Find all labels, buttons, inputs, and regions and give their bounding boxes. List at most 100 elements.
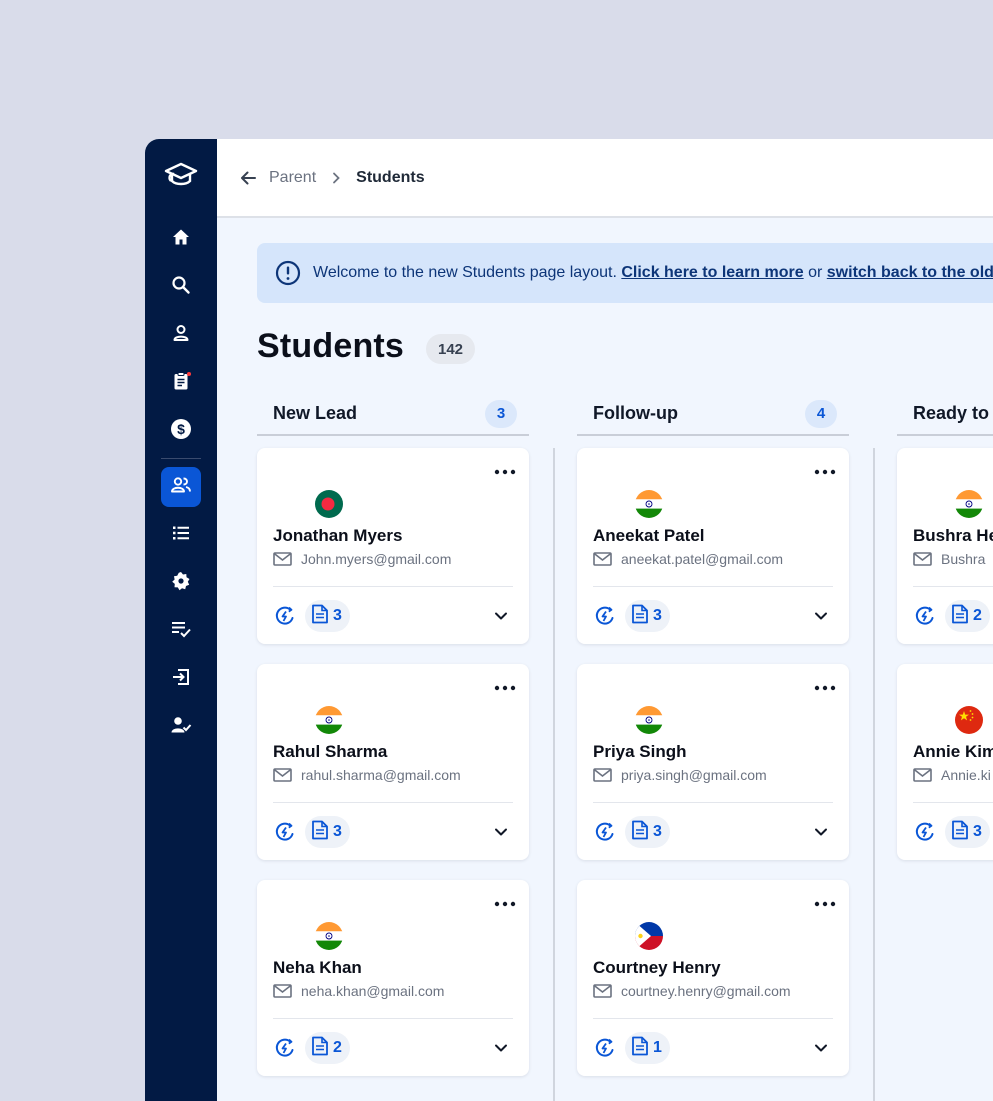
student-card[interactable]: Rahul Sharma rahul.sharma@gmail.com 3 bbox=[257, 664, 529, 860]
student-name[interactable]: Priya Singh bbox=[593, 742, 687, 762]
sidebar-item-login[interactable] bbox=[161, 659, 201, 699]
student-name[interactable]: Aneekat Patel bbox=[593, 526, 705, 546]
activity-icon[interactable] bbox=[913, 820, 937, 844]
card-footer: 1 bbox=[593, 1032, 833, 1064]
student-card[interactable]: Jonathan Myers John.myers@gmail.com 3 bbox=[257, 448, 529, 644]
switch-back-link[interactable]: switch back to the old layout bbox=[827, 264, 993, 282]
chevron-down-icon[interactable] bbox=[489, 1036, 513, 1060]
documents-badge[interactable]: 3 bbox=[305, 816, 350, 848]
document-icon bbox=[631, 1036, 649, 1061]
banner-connector: or bbox=[808, 264, 823, 281]
student-email: Annie.ki bbox=[913, 767, 991, 783]
student-card[interactable]: Aneekat Patel aneekat.patel@gmail.com 3 bbox=[577, 448, 849, 644]
documents-badge[interactable]: 3 bbox=[625, 600, 670, 632]
documents-badge[interactable]: 3 bbox=[945, 816, 990, 848]
student-card[interactable]: Neha Khan neha.khan@gmail.com 2 bbox=[257, 880, 529, 1076]
sidebar-item-list[interactable] bbox=[161, 515, 201, 555]
student-card[interactable]: Bushra He Bushra 2 bbox=[897, 448, 993, 644]
learn-more-link[interactable]: Click here to learn more bbox=[621, 264, 803, 282]
student-name[interactable]: Neha Khan bbox=[273, 958, 362, 978]
philippines-flag-icon bbox=[635, 922, 663, 950]
graduation-cap-logo-icon[interactable] bbox=[161, 159, 201, 191]
sidebar-item-profile[interactable] bbox=[161, 315, 201, 355]
sidebar-item-search[interactable] bbox=[161, 267, 201, 307]
student-name[interactable]: Rahul Sharma bbox=[273, 742, 387, 762]
sidebar-item-students[interactable] bbox=[161, 467, 201, 507]
documents-count: 3 bbox=[973, 823, 982, 840]
chevron-down-icon[interactable] bbox=[809, 1036, 833, 1060]
column-count-badge: 4 bbox=[805, 399, 837, 428]
more-options-icon[interactable] bbox=[493, 892, 517, 916]
student-name[interactable]: Jonathan Myers bbox=[273, 526, 402, 546]
student-card[interactable]: Priya Singh priya.singh@gmail.com 3 bbox=[577, 664, 849, 860]
card-divider bbox=[273, 802, 513, 803]
activity-icon[interactable] bbox=[913, 604, 937, 628]
breadcrumb-parent-link[interactable]: Parent bbox=[269, 169, 316, 187]
documents-badge[interactable]: 3 bbox=[625, 816, 670, 848]
activity-icon[interactable] bbox=[273, 1036, 297, 1060]
column-header[interactable]: New Lead 3 bbox=[257, 393, 529, 436]
card-footer: 2 bbox=[913, 600, 993, 632]
breadcrumb-current: Students bbox=[356, 168, 425, 186]
student-email: rahul.sharma@gmail.com bbox=[273, 767, 461, 783]
chevron-down-icon[interactable] bbox=[489, 820, 513, 844]
more-options-icon[interactable] bbox=[493, 460, 517, 484]
card-divider bbox=[593, 802, 833, 803]
documents-count: 2 bbox=[973, 607, 982, 624]
chevron-down-icon[interactable] bbox=[809, 820, 833, 844]
chevron-down-icon[interactable] bbox=[809, 604, 833, 628]
documents-count: 2 bbox=[333, 1039, 342, 1056]
documents-count: 1 bbox=[653, 1039, 662, 1056]
sidebar-item-payments[interactable]: $ bbox=[161, 411, 201, 451]
documents-badge[interactable]: 2 bbox=[305, 1032, 350, 1064]
student-name[interactable]: Courtney Henry bbox=[593, 958, 721, 978]
sidebar-item-checklist[interactable] bbox=[161, 611, 201, 651]
sidebar-item-verified-users[interactable] bbox=[161, 707, 201, 747]
student-email: Bushra bbox=[913, 551, 985, 567]
mail-icon bbox=[273, 983, 293, 999]
dollar-icon: $ bbox=[170, 418, 192, 445]
india-flag-icon bbox=[635, 490, 663, 518]
india-flag-icon bbox=[315, 706, 343, 734]
sidebar-item-home[interactable] bbox=[161, 219, 201, 259]
column-header[interactable]: Ready to bbox=[897, 393, 993, 436]
activity-icon[interactable] bbox=[273, 604, 297, 628]
activity-icon[interactable] bbox=[593, 1036, 617, 1060]
documents-count: 3 bbox=[653, 607, 662, 624]
activity-icon[interactable] bbox=[273, 820, 297, 844]
documents-badge[interactable]: 3 bbox=[305, 600, 350, 632]
more-options-icon[interactable] bbox=[813, 892, 837, 916]
more-options-icon[interactable] bbox=[813, 676, 837, 700]
student-name[interactable]: Bushra He bbox=[913, 526, 993, 546]
column-header[interactable]: Follow-up 4 bbox=[577, 393, 849, 436]
mail-icon bbox=[273, 767, 293, 783]
more-options-icon[interactable] bbox=[493, 676, 517, 700]
mail-icon bbox=[593, 983, 613, 999]
back-arrow-icon[interactable] bbox=[237, 167, 259, 189]
card-divider bbox=[593, 1018, 833, 1019]
card-footer: 3 bbox=[593, 600, 833, 632]
sidebar-item-settings[interactable] bbox=[161, 563, 201, 603]
more-options-icon[interactable] bbox=[813, 460, 837, 484]
login-icon bbox=[171, 667, 191, 692]
activity-icon[interactable] bbox=[593, 604, 617, 628]
home-icon bbox=[171, 227, 191, 252]
mail-icon bbox=[593, 767, 613, 783]
sidebar-divider bbox=[161, 458, 201, 459]
mail-icon bbox=[593, 551, 613, 567]
student-name[interactable]: Annie Kim bbox=[913, 742, 993, 762]
card-footer: 3 bbox=[913, 816, 993, 848]
card-divider bbox=[913, 802, 993, 803]
activity-icon[interactable] bbox=[593, 820, 617, 844]
mail-icon bbox=[913, 767, 933, 783]
document-icon bbox=[951, 820, 969, 845]
student-email: aneekat.patel@gmail.com bbox=[593, 551, 783, 567]
mail-icon bbox=[273, 551, 293, 567]
document-icon bbox=[951, 604, 969, 629]
student-card[interactable]: Annie Kim Annie.ki 3 bbox=[897, 664, 993, 860]
sidebar-item-tasks[interactable] bbox=[161, 363, 201, 403]
documents-badge[interactable]: 2 bbox=[945, 600, 990, 632]
student-card[interactable]: Courtney Henry courtney.henry@gmail.com … bbox=[577, 880, 849, 1076]
documents-badge[interactable]: 1 bbox=[625, 1032, 670, 1064]
chevron-down-icon[interactable] bbox=[489, 604, 513, 628]
